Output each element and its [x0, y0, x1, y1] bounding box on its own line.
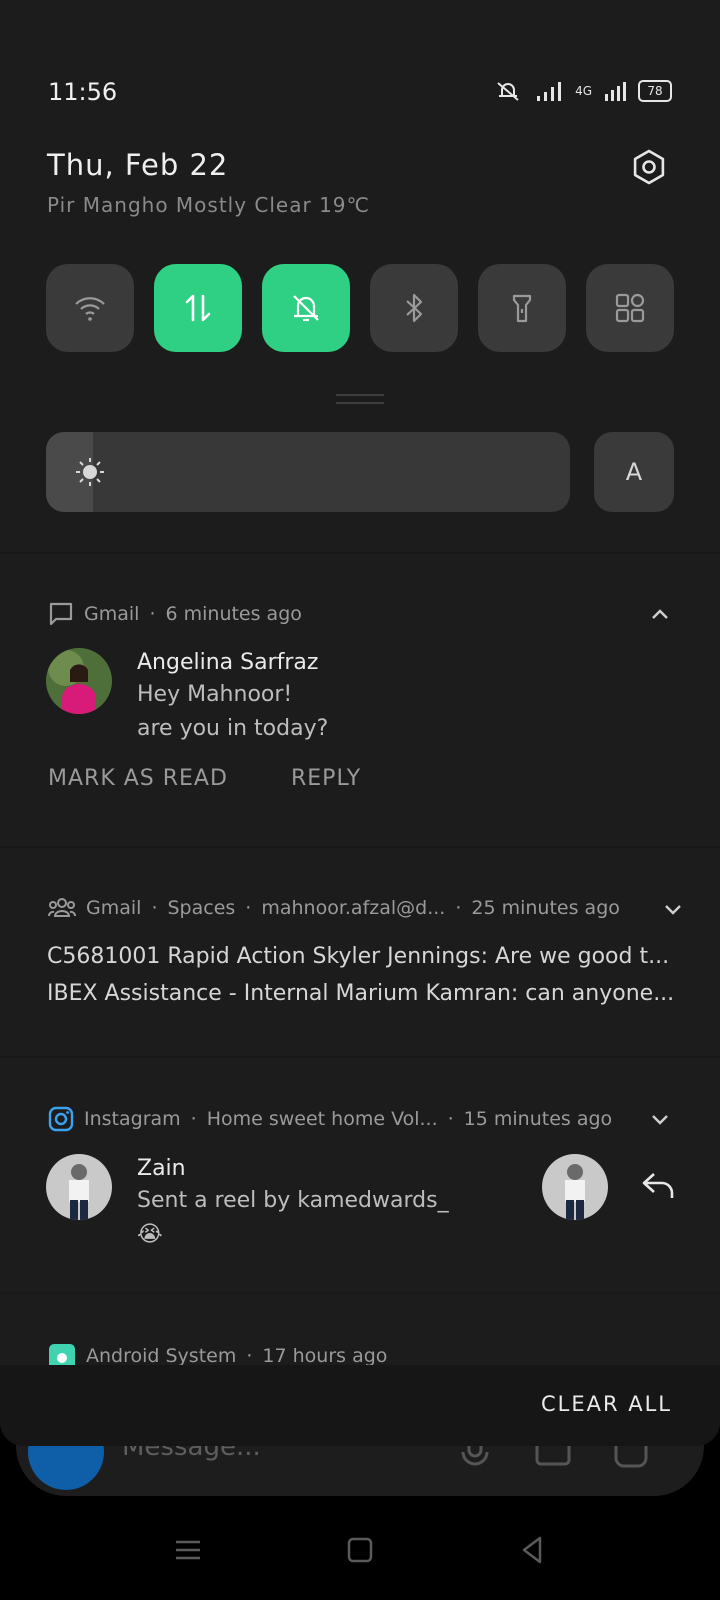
tile-flashlight[interactable]	[478, 264, 566, 352]
signal-4g-icon	[605, 82, 626, 101]
notification-account: mahnoor.afzal@d...	[261, 897, 446, 919]
chat-bubble-icon	[49, 602, 73, 626]
notification-time: 17 hours ago	[262, 1345, 388, 1367]
grid-apps-icon	[615, 293, 645, 323]
message-line: C5681001 Rapid Action Skyler Jennings: A…	[47, 944, 670, 969]
mobile-data-icon	[185, 294, 211, 322]
tile-wifi[interactable]	[46, 264, 134, 352]
weather-label: Pir Mangho Mostly Clear 19℃	[47, 193, 370, 217]
message-line: Hey Mahnoor!	[137, 682, 293, 707]
notification-app-name: Gmail	[86, 897, 142, 919]
brightness-slider[interactable]	[46, 432, 570, 512]
settings-gear-icon[interactable]	[630, 148, 668, 186]
bluetooth-icon	[406, 293, 423, 323]
reel-thumbnail[interactable]	[542, 1154, 608, 1220]
reply-icon[interactable]	[640, 1170, 676, 1202]
battery-indicator: 78	[638, 80, 672, 102]
clock: 11:56	[48, 78, 118, 106]
message-line: Sent a reel by kamedwards_	[137, 1188, 449, 1213]
notification-app-name: Gmail	[84, 603, 140, 625]
tile-do-not-disturb[interactable]	[262, 264, 350, 352]
avatar	[46, 648, 112, 714]
back-icon[interactable]	[512, 1530, 552, 1570]
tile-mobile-data[interactable]	[154, 264, 242, 352]
notification-subtext: Home sweet home Vol...	[206, 1108, 438, 1130]
navigation-bar	[0, 1520, 720, 1580]
divider	[0, 552, 720, 554]
quick-settings-tiles	[46, 264, 674, 352]
menu-icon[interactable]	[168, 1530, 208, 1570]
divider	[0, 846, 720, 848]
brightness-sun-icon	[76, 458, 104, 486]
date-label: Thu, Feb 22	[47, 148, 229, 182]
network-type: 4G	[575, 84, 592, 98]
wifi-icon	[75, 297, 105, 321]
notification-app-name: Android System	[86, 1345, 237, 1367]
chevron-down-icon[interactable]	[662, 898, 684, 920]
message-line: IBEX Assistance - Internal Marium Kamran…	[47, 981, 675, 1006]
message-line: are you in today?	[137, 716, 329, 741]
avatar	[46, 1154, 112, 1220]
auto-brightness-button[interactable]: A	[594, 432, 674, 512]
notification-shade: 11:56 4G 78 Thu, Feb 22 Pir Mangho Mostl…	[0, 0, 720, 1446]
chevron-up-icon[interactable]	[649, 604, 671, 626]
tile-more[interactable]	[586, 264, 674, 352]
tile-bluetooth[interactable]	[370, 264, 458, 352]
people-group-icon	[48, 898, 76, 917]
divider	[0, 1056, 720, 1058]
home-icon[interactable]	[340, 1530, 380, 1570]
drag-handle[interactable]	[336, 394, 384, 404]
mute-icon	[497, 82, 519, 101]
bell-off-icon	[293, 295, 319, 322]
signal-icon	[537, 82, 562, 101]
emoji: 😭	[137, 1222, 163, 1247]
flashlight-icon	[512, 294, 532, 323]
notification-app-name: Instagram	[84, 1108, 181, 1130]
instagram-icon	[48, 1106, 74, 1132]
notification-time: 6 minutes ago	[165, 603, 302, 625]
mark-as-read-button[interactable]: MARK AS READ	[48, 766, 228, 791]
divider	[0, 1292, 720, 1294]
notification-time: 25 minutes ago	[471, 897, 620, 919]
chevron-down-icon[interactable]	[649, 1108, 671, 1130]
clear-all-button[interactable]: CLEAR ALL	[541, 1392, 672, 1416]
notification-time: 15 minutes ago	[463, 1108, 613, 1130]
sender-name: Zain	[137, 1156, 186, 1181]
reply-button[interactable]: REPLY	[291, 766, 361, 791]
notification-subtext: Spaces	[167, 897, 236, 919]
sender-name: Angelina Sarfraz	[137, 650, 319, 675]
status-bar: 11:56 4G 78	[48, 78, 672, 108]
